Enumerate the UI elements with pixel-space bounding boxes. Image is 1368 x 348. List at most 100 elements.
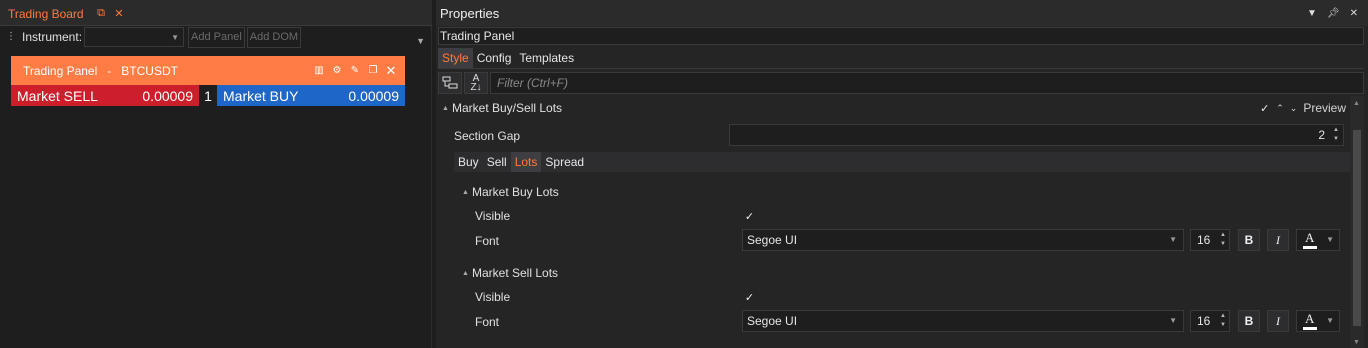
chevron-down-icon[interactable]: ⌄ <box>1290 103 1298 114</box>
sell-italic-button[interactable]: I <box>1267 310 1289 332</box>
pin-icon[interactable]: 📌︎ <box>1327 8 1340 19</box>
spin-arrows-icon[interactable]: ▲ ▼ <box>1220 312 1226 330</box>
sell-visible-checkbox[interactable]: ✓ <box>744 292 755 304</box>
trading-board-toolbar: ⋮ Instrument: ▼ Add Panel Add DOM <box>0 26 432 48</box>
lots-value[interactable]: 1 <box>199 85 217 106</box>
spin-arrows-icon[interactable]: ▲ ▼ <box>1333 126 1339 144</box>
chevron-down-icon: ▼ <box>1326 316 1334 325</box>
sell-visible-row: Visible ✓ <box>438 285 1350 309</box>
subtab-sell[interactable]: Sell <box>483 152 511 172</box>
sell-bold-button[interactable]: B <box>1238 310 1260 332</box>
market-buy-label: Market BUY <box>223 87 299 104</box>
close-icon[interactable]: ✕ <box>385 63 397 78</box>
buy-italic-button[interactable]: I <box>1267 229 1289 251</box>
group-market-buy-lots[interactable]: ▲ Market Buy Lots <box>438 180 1350 204</box>
filter-row: A Z↓ Filter (Ctrl+F) <box>438 72 1364 94</box>
properties-tabs: Style Config Templates <box>438 48 578 68</box>
filter-input[interactable]: Filter (Ctrl+F) <box>490 72 1364 94</box>
visible-label: Visible <box>475 290 511 304</box>
market-buy-button[interactable]: Market BUY 0.00009 <box>217 85 405 106</box>
chevron-down-icon: ▼ <box>171 33 180 42</box>
subtab-lots[interactable]: Lots <box>510 152 542 172</box>
market-buy-lots: 0.00009 <box>348 87 399 104</box>
float-window-icon[interactable]: ⧉ <box>94 7 108 21</box>
buy-visible-row: Visible ✓ <box>438 204 1350 228</box>
vertical-scrollbar[interactable]: ▲ ▼ <box>1350 96 1364 348</box>
close-icon[interactable]: ✕ <box>1350 8 1358 19</box>
tab-title: Trading Board <box>8 6 84 21</box>
trading-panel-header: Trading Panel - BTCUSDT ▥ ⚙ ✎ ❐ ✕ <box>11 56 405 85</box>
dropdown-icon[interactable]: ▼ <box>1307 8 1317 19</box>
section-gap-spinner[interactable]: 2 ▲ ▼ <box>729 124 1344 146</box>
trading-board-tabstrip: Trading Board ⧉ ✕ <box>0 0 432 26</box>
subtab-spread[interactable]: Spread <box>541 152 588 172</box>
trading-panel-title: Trading Panel <box>23 63 98 78</box>
selected-object-field[interactable]: Trading Panel <box>438 27 1364 45</box>
gear-icon[interactable]: ⚙ <box>331 65 343 77</box>
tab-config[interactable]: Config <box>473 48 516 68</box>
text-color-icon: A <box>1305 230 1315 245</box>
section-tools: ✓ ⌃ ⌄ Preview <box>1259 101 1350 115</box>
subtab-buy[interactable]: Buy <box>454 152 483 172</box>
sell-font-size-spinner[interactable]: 16 ▲ ▼ <box>1190 310 1230 332</box>
market-sell-button[interactable]: Market SELL 0.00009 <box>11 85 199 106</box>
chevron-down-icon: ▼ <box>1326 235 1334 244</box>
buy-font-select[interactable]: Segoe UI ▼ <box>742 229 1184 251</box>
font-name: Segoe UI <box>747 233 798 247</box>
group-title: Market Buy Lots <box>472 185 559 199</box>
section-gap-label: Section Gap <box>454 129 521 143</box>
chevron-up-icon[interactable]: ⌃ <box>1276 103 1284 114</box>
edit-icon[interactable]: ✎ <box>349 65 361 77</box>
scrollbar-thumb[interactable] <box>1353 130 1361 326</box>
preview-checkbox[interactable]: ✓ <box>1259 103 1270 115</box>
title-separator: - <box>107 63 112 78</box>
buy-bold-button[interactable]: B <box>1238 229 1260 251</box>
font-size: 16 <box>1197 314 1211 328</box>
restore-icon[interactable]: ❐ <box>367 65 379 77</box>
font-label: Font <box>475 315 500 329</box>
add-panel-button[interactable]: Add Panel <box>188 26 245 48</box>
color-swatch <box>1303 327 1317 330</box>
tab-templates[interactable]: Templates <box>515 48 578 68</box>
lots-subtabs: Buy Sell Lots Spread <box>454 152 1350 172</box>
buy-color-picker[interactable]: A ▼ <box>1296 229 1340 251</box>
tab-style[interactable]: Style <box>438 48 473 68</box>
sell-color-picker[interactable]: A ▼ <box>1296 310 1340 332</box>
sell-font-select[interactable]: Segoe UI ▼ <box>742 310 1184 332</box>
collapse-icon[interactable]: ▲ <box>442 105 452 112</box>
section-market-buy-sell-lots[interactable]: ▲ Market Buy/Sell Lots ✓ ⌃ ⌄ Preview <box>438 96 1350 120</box>
font-name: Segoe UI <box>747 314 798 328</box>
color-swatch <box>1303 246 1317 249</box>
chevron-down-icon: ▼ <box>1169 235 1177 244</box>
collapse-icon[interactable]: ▲ <box>462 270 472 277</box>
scroll-down-icon[interactable]: ▼ <box>1353 339 1360 346</box>
scroll-up-icon[interactable]: ▲ <box>1353 100 1360 107</box>
trading-panel: Trading Panel - BTCUSDT ▥ ⚙ ✎ ❐ ✕ Market… <box>11 56 405 108</box>
spin-arrows-icon[interactable]: ▲ ▼ <box>1220 231 1226 249</box>
properties-pane: Properties ▼ 📌︎ ✕ Trading Panel Style Co… <box>436 0 1368 348</box>
tabs-divider <box>438 68 1364 69</box>
add-dom-button[interactable]: Add DOM <box>246 26 302 48</box>
chevron-down-icon: ▼ <box>1169 316 1177 325</box>
font-size: 16 <box>1197 233 1211 247</box>
chart-icon[interactable]: ▥ <box>313 65 325 77</box>
group-market-sell-lots[interactable]: ▲ Market Sell Lots <box>438 261 1350 285</box>
tab-trading-board[interactable]: Trading Board ⧉ ✕ <box>2 3 126 24</box>
close-icon[interactable]: ✕ <box>112 7 126 21</box>
toolbar-overflow-icon[interactable]: ▼ <box>416 36 425 46</box>
trading-panel-actions: ▥ ⚙ ✎ ❐ ✕ <box>313 63 405 78</box>
sort-alphabetical-icon[interactable]: A Z↓ <box>464 72 488 94</box>
properties-title: Properties <box>440 5 500 21</box>
collapse-icon[interactable]: ▲ <box>462 189 472 196</box>
market-sell-lots: 0.00009 <box>142 87 193 104</box>
buy-visible-checkbox[interactable]: ✓ <box>744 211 755 223</box>
font-label: Font <box>475 234 500 248</box>
instrument-label: Instrument: <box>22 30 83 44</box>
visible-label: Visible <box>475 209 511 223</box>
property-grid: ▲ Market Buy/Sell Lots ✓ ⌃ ⌄ Preview Sec… <box>438 96 1350 348</box>
instrument-select[interactable]: ▼ <box>84 27 185 47</box>
buy-font-size-spinner[interactable]: 16 ▲ ▼ <box>1190 229 1230 251</box>
trading-board-pane: Trading Board ⧉ ✕ ⋮ Instrument: ▼ Add Pa… <box>0 0 432 348</box>
categorized-view-icon[interactable] <box>438 72 462 94</box>
toolbar-grip-icon[interactable]: ⋮ <box>6 32 16 42</box>
